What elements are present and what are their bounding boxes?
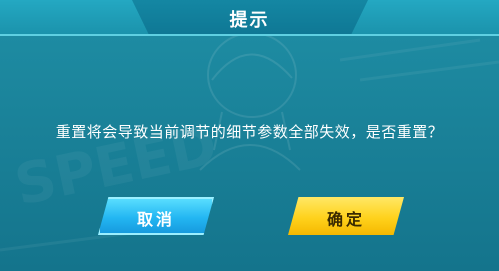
confirm-button[interactable]: 确定 (288, 197, 404, 235)
cancel-button[interactable]: 取消 (98, 197, 214, 235)
title-bar-divider (0, 34, 499, 36)
cancel-button-label: 取消 (136, 210, 175, 229)
confirm-button-label: 确定 (326, 210, 365, 229)
dialog-title: 提示 (229, 10, 270, 31)
dialog-message: 重置将会导致当前调节的细节参数全部失效，是否重置？ (55, 123, 444, 141)
